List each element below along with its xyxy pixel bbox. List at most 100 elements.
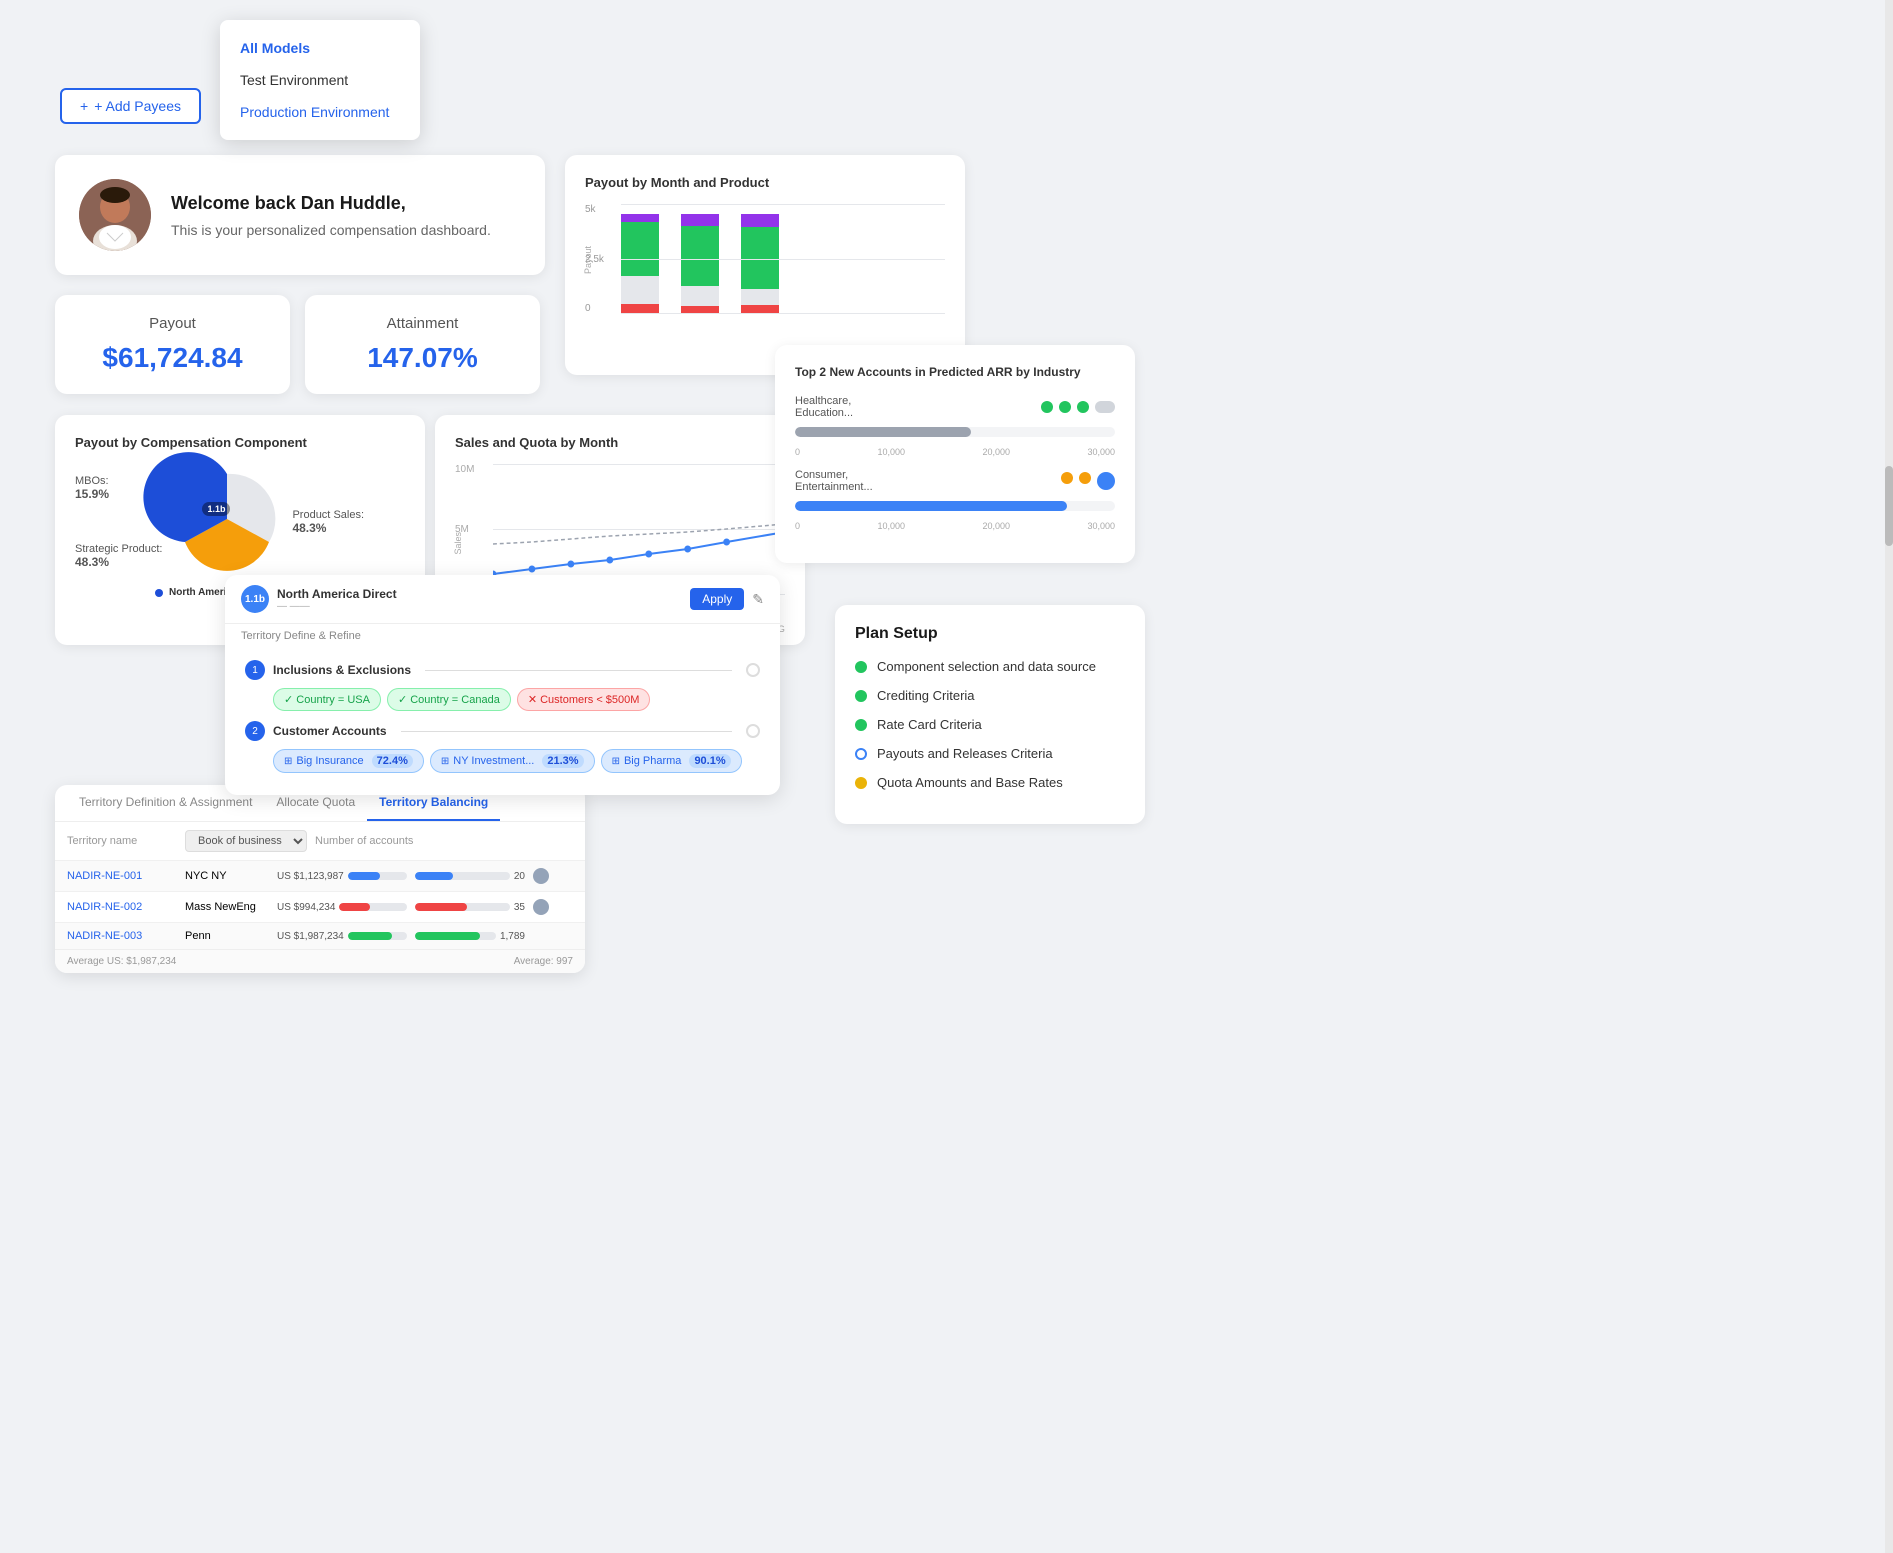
territory-header: 1.1b North America Direct — —— Apply ✎	[225, 575, 780, 624]
row-id-2[interactable]: NADIR-NE-002	[67, 901, 177, 913]
bar-group-1	[621, 214, 659, 314]
territory-region: North America Direct — ——	[277, 587, 397, 612]
step-label-1: Inclusions & Exclusions	[273, 663, 411, 677]
plan-label-5: Quota Amounts and Base Rates	[877, 775, 1063, 790]
footer-avg-accounts: Average: 997	[514, 956, 573, 967]
flow-tags-2: ⊞ Big Insurance 72.4% ⊞ NY Investment...…	[273, 749, 760, 773]
bar-segment	[741, 214, 779, 227]
mini-bar-value-1: US $1,123,987	[277, 871, 407, 882]
dropdown-item-production[interactable]: Production Environment	[220, 96, 420, 128]
plan-dot-1	[855, 661, 867, 673]
dot	[1059, 401, 1071, 413]
plan-label-4: Payouts and Releases Criteria	[877, 746, 1053, 761]
payout-month-title: Payout by Month and Product	[585, 175, 945, 190]
industry-label-consumer: Consumer,Entertainment...	[795, 469, 873, 493]
welcome-card: Welcome back Dan Huddle, This is your pe…	[55, 155, 545, 275]
table-filter[interactable]: Book of business	[185, 830, 307, 852]
territory-region-sub: — ——	[277, 601, 397, 612]
territory-table-card: Territory Definition & Assignment Alloca…	[55, 785, 585, 973]
pie-container: MBOs: 15.9% Strategic Product: 48.3% 1.1…	[75, 464, 405, 579]
legend-label: Product	[292, 509, 330, 521]
row-id-3[interactable]: NADIR-NE-003	[67, 930, 177, 942]
plan-dot-5	[855, 777, 867, 789]
plan-label-1: Component selection and data source	[877, 659, 1096, 674]
plan-label-3: Rate Card Criteria	[877, 717, 982, 732]
step-number-1: 1	[245, 660, 265, 680]
flow-step-1: 1 Inclusions & Exclusions	[245, 660, 760, 680]
tag-insurance[interactable]: ⊞ Big Insurance 72.4%	[273, 749, 424, 773]
legend-label: MBOs:	[75, 475, 109, 487]
territory-region-name: North America Direct	[277, 587, 397, 601]
tag-pharma[interactable]: ⊞ Big Pharma 90.1%	[601, 749, 742, 773]
plan-label-2: Crediting Criteria	[877, 688, 975, 703]
row-id-1[interactable]: NADIR-NE-001	[67, 870, 177, 882]
healthcare-bar	[795, 427, 1115, 437]
mini-bar-value-2: US $994,234	[277, 902, 407, 913]
table-row: NADIR-NE-001 NYC NY US $1,123,987 20	[55, 860, 585, 891]
step-end-dot-2	[746, 724, 760, 738]
apply-button[interactable]: Apply	[690, 588, 744, 610]
bar-segment	[621, 276, 659, 304]
tag-customers[interactable]: ✕ Customers < $500M	[517, 688, 651, 711]
pie-center-label: 1.1b	[202, 502, 230, 516]
table-footer: Average US: $1,987,234 Average: 997	[55, 949, 585, 973]
legend-label2: Sales:	[333, 509, 364, 521]
dropdown-item-all-models[interactable]: All Models	[220, 32, 420, 64]
bar-segment	[741, 289, 779, 305]
row-name-3: Penn	[185, 930, 269, 942]
pie-svg-container: 1.1b	[172, 464, 282, 579]
payout-label: Payout	[85, 315, 260, 332]
plus-icon: +	[80, 98, 88, 114]
row-name-1: NYC NY	[185, 870, 269, 882]
dot	[1077, 401, 1089, 413]
add-payees-button[interactable]: + + Add Payees	[60, 88, 201, 124]
plan-item-3: Rate Card Criteria	[855, 717, 1125, 732]
scrollbar-thumb[interactable]	[1885, 466, 1893, 546]
mini-bar-accounts-1: 20	[415, 871, 525, 882]
dot	[1061, 472, 1073, 484]
col-num-accounts: Number of accounts	[315, 835, 445, 847]
tag-usa[interactable]: ✓ Country = USA	[273, 688, 381, 711]
consumer-bar	[795, 501, 1115, 511]
bar-group-3	[741, 214, 779, 314]
pie-legend-right: Product Sales: 48.3%	[292, 509, 364, 535]
dot-large-blue	[1097, 472, 1115, 490]
edit-icon[interactable]: ✎	[752, 591, 764, 608]
territory-subtitle: Territory Define & Refine	[225, 624, 780, 648]
dropdown-item-test[interactable]: Test Environment	[220, 64, 420, 96]
flow-step-2: 2 Customer Accounts	[245, 721, 760, 741]
tag-ny[interactable]: ⊞ NY Investment... 21.3%	[430, 749, 595, 773]
mini-bar-accounts-2: 35	[415, 902, 525, 913]
filter-select[interactable]: Book of business	[185, 830, 307, 852]
bar-segment	[621, 222, 659, 276]
plan-item-1: Component selection and data source	[855, 659, 1125, 674]
plan-item-2: Crediting Criteria	[855, 688, 1125, 703]
plan-dot-2	[855, 690, 867, 702]
tag-canada[interactable]: ✓ Country = Canada	[387, 688, 511, 711]
bar-segment	[681, 214, 719, 226]
healthcare-dots	[1041, 401, 1115, 413]
step-label-2: Customer Accounts	[273, 724, 387, 738]
welcome-text: Welcome back Dan Huddle, This is your pe…	[171, 193, 491, 238]
territory-header-right: Apply ✎	[690, 588, 764, 610]
industry-row-consumer: Consumer,Entertainment... 010,00020,0003…	[795, 469, 1115, 531]
dot	[1041, 401, 1053, 413]
attainment-card: Attainment 147.07%	[305, 295, 540, 394]
avatar	[79, 179, 151, 251]
bar-segment	[681, 226, 719, 286]
action-dot-2[interactable]	[533, 899, 549, 915]
y-axis-title: Payout	[583, 246, 593, 274]
scrollbar-track[interactable]	[1885, 0, 1893, 1553]
step-line-2	[401, 731, 732, 732]
payout-month-chart: Payout by Month and Product 5k 2.5k 0 Pa…	[565, 155, 965, 375]
consumer-axis: 010,00020,00030,000	[795, 521, 1115, 531]
legend-value: 48.3%	[292, 521, 364, 535]
row-name-2: Mass NewEng	[185, 901, 269, 913]
plan-dot-4	[855, 748, 867, 760]
legend-product-sales: Product Sales: 48.3%	[292, 509, 364, 535]
table-header: Territory name Book of business Number o…	[55, 822, 585, 860]
action-dot-1[interactable]	[533, 868, 549, 884]
attainment-value: 147.07%	[335, 342, 510, 374]
pie-chart-svg	[172, 464, 282, 574]
welcome-subtitle: This is your personalized compensation d…	[171, 222, 491, 238]
